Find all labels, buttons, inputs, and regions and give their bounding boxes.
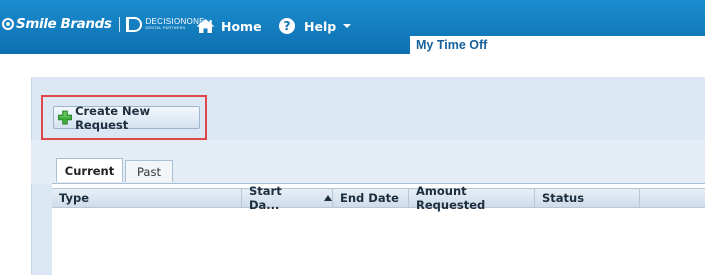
- home-icon: [196, 19, 215, 33]
- column-header-amount-requested[interactable]: Amount Requested: [409, 184, 535, 212]
- column-header-end-date[interactable]: End Date: [333, 188, 409, 208]
- brand-name: Smile Brands: [16, 16, 112, 32]
- nav-home-label: Home: [221, 18, 262, 34]
- nav-home-link[interactable]: Home: [196, 17, 262, 35]
- column-header-type[interactable]: Type: [52, 188, 242, 208]
- nav-help-menu[interactable]: ? Help: [279, 17, 352, 35]
- column-header-label: Status: [542, 191, 585, 205]
- column-header-label: Start Da...: [249, 184, 282, 212]
- decisionone-logo-icon: [126, 16, 143, 32]
- column-header-label: Amount Requested: [416, 184, 486, 212]
- chevron-down-icon: [343, 24, 352, 28]
- column-header-label: Type: [59, 191, 90, 205]
- sort-ascending-icon: [324, 195, 332, 201]
- column-header-start-date[interactable]: Start Da...: [242, 184, 333, 212]
- column-header-label: End Date: [340, 191, 399, 205]
- column-header-status[interactable]: Status: [535, 188, 640, 208]
- tab-current-label: Current: [64, 163, 115, 178]
- nav-help-label: Help: [304, 18, 337, 34]
- brand-logos[interactable]: Smile Brands DECISIONONE DENTAL PARTNERS: [2, 14, 205, 34]
- brand-divider: [119, 16, 121, 32]
- page-title: My Time Off: [410, 36, 705, 54]
- create-new-request-button[interactable]: Create New Request: [53, 103, 200, 132]
- plus-icon: [58, 110, 72, 125]
- create-new-request-label: Create New Request: [75, 103, 151, 132]
- tab-past-label: Past: [137, 164, 161, 179]
- help-icon: ?: [279, 18, 295, 34]
- smile-brands-logo-icon: [2, 18, 14, 30]
- tab-past[interactable]: Past: [125, 160, 173, 182]
- tab-current[interactable]: Current: [56, 158, 123, 182]
